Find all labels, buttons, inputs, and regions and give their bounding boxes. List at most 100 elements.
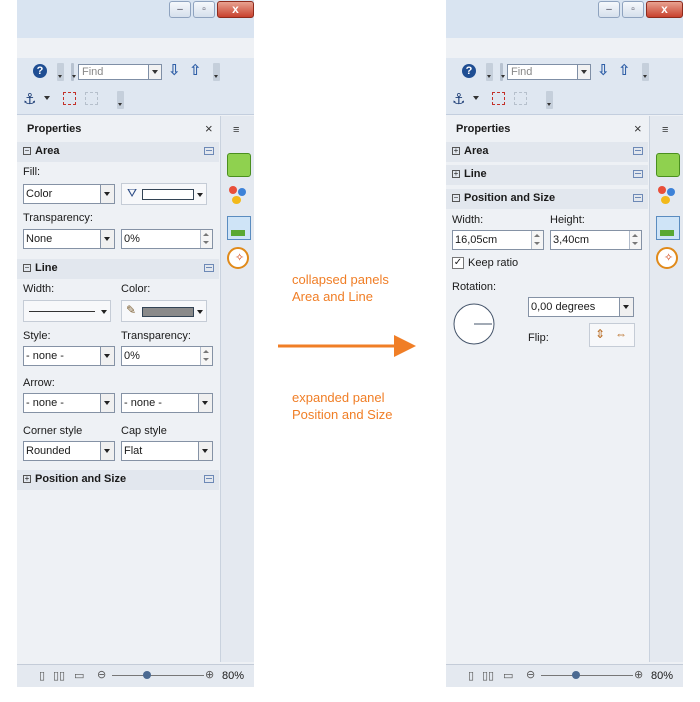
find-next-icon[interactable]: ⇩ (168, 61, 181, 79)
chevron-down-icon[interactable] (100, 347, 114, 365)
spin-buttons-icon[interactable] (200, 347, 212, 365)
fill-select[interactable]: Color (23, 184, 115, 204)
line-width-picker[interactable] (23, 300, 111, 322)
single-page-view-icon[interactable]: ▯ (468, 669, 474, 682)
properties-deck-icon[interactable] (656, 153, 680, 177)
multi-page-view-icon[interactable]: ▯▯ (482, 669, 494, 682)
section-menu-icon[interactable] (633, 147, 643, 155)
area-transparency-select[interactable]: None (23, 229, 115, 249)
section-menu-icon[interactable] (633, 194, 643, 202)
select-icon[interactable] (492, 92, 505, 105)
toolbar-overflow-icon[interactable] (546, 91, 553, 109)
chevron-down-icon[interactable] (198, 442, 212, 460)
navigator-deck-icon[interactable]: ✧ (227, 247, 249, 269)
close-window-button[interactable]: x (646, 1, 683, 18)
arrow-start-select[interactable]: - none - (23, 393, 115, 413)
find-previous-icon[interactable]: ⇧ (618, 61, 631, 79)
area-section-header[interactable]: − Area (17, 142, 219, 162)
help-icon[interactable]: ? (33, 64, 47, 78)
sidebar-close-icon[interactable]: × (634, 121, 642, 136)
rotation-dial[interactable] (452, 302, 496, 346)
section-menu-icon[interactable] (633, 170, 643, 178)
toolbar-overflow-icon[interactable] (117, 91, 124, 109)
select-icon[interactable] (63, 92, 76, 105)
chevron-down-icon[interactable] (619, 298, 633, 316)
line-section-header[interactable]: − Line (17, 259, 219, 279)
chevron-down-icon[interactable] (100, 230, 114, 248)
section-menu-icon[interactable] (204, 147, 214, 155)
anchor-dropdown-icon[interactable] (473, 96, 479, 100)
find-dropdown-button[interactable] (577, 64, 591, 80)
zoom-slider[interactable] (112, 675, 204, 676)
fill-color-picker[interactable]: ⛛ (121, 183, 207, 205)
chevron-down-icon[interactable] (100, 185, 114, 203)
expand-icon[interactable]: + (452, 147, 460, 155)
corner-style-select[interactable]: Rounded (23, 441, 115, 461)
sidebar-close-icon[interactable]: × (205, 121, 213, 136)
close-window-button[interactable]: x (217, 1, 254, 18)
zoom-level[interactable]: 80% (222, 670, 244, 682)
chevron-down-icon[interactable] (100, 394, 114, 412)
zoom-out-icon[interactable]: ⊖ (97, 668, 106, 681)
navigator-deck-icon[interactable]: ✧ (656, 247, 678, 269)
find-dropdown-button[interactable] (148, 64, 162, 80)
help-icon[interactable]: ? (462, 64, 476, 78)
zoom-in-icon[interactable]: ⊕ (634, 668, 643, 681)
position-section-header[interactable]: + Position and Size (17, 470, 219, 490)
area-section-header[interactable]: + Area (446, 142, 648, 162)
section-menu-icon[interactable] (204, 475, 214, 483)
spin-buttons-icon[interactable] (531, 231, 543, 249)
gallery-deck-icon[interactable] (227, 216, 251, 240)
height-spinner[interactable]: 3,40cm (550, 230, 642, 250)
width-spinner[interactable]: 16,05cm (452, 230, 544, 250)
properties-deck-icon[interactable] (227, 153, 251, 177)
toolbar-overflow-icon[interactable] (213, 63, 220, 81)
flip-horizontal-icon[interactable]: ⇔ (615, 327, 627, 341)
styles-deck-icon[interactable] (656, 184, 678, 206)
deck-menu-icon[interactable]: ≡ (662, 124, 668, 136)
collapse-icon[interactable]: − (23, 264, 31, 272)
line-transparency-spinner[interactable]: 0% (121, 346, 213, 366)
rotation-select[interactable]: 0,00 degrees (528, 297, 634, 317)
book-view-icon[interactable]: ▭ (503, 669, 513, 682)
position-section-header[interactable]: − Position and Size (446, 189, 648, 209)
zoom-out-icon[interactable]: ⊖ (526, 668, 535, 681)
chevron-down-icon[interactable] (101, 310, 107, 314)
zoom-level[interactable]: 80% (651, 670, 673, 682)
anchor-dropdown-icon[interactable] (44, 96, 50, 100)
minimize-button[interactable]: – (598, 1, 620, 18)
collapse-icon[interactable]: − (23, 147, 31, 155)
area-transparency-spinner[interactable]: 0% (121, 229, 213, 249)
book-view-icon[interactable]: ▭ (74, 669, 84, 682)
anchor-icon[interactable]: ⚓ (452, 90, 465, 108)
styles-deck-icon[interactable] (227, 184, 249, 206)
deck-menu-icon[interactable]: ≡ (233, 124, 239, 136)
zoom-slider-thumb[interactable] (143, 671, 151, 679)
collapse-icon[interactable]: − (452, 194, 460, 202)
single-page-view-icon[interactable]: ▯ (39, 669, 45, 682)
spin-buttons-icon[interactable] (200, 230, 212, 248)
chevron-down-icon[interactable] (198, 394, 212, 412)
toolbar-overflow-icon[interactable] (642, 63, 649, 81)
multi-page-view-icon[interactable]: ▯▯ (53, 669, 65, 682)
expand-icon[interactable]: + (452, 170, 460, 178)
expand-icon[interactable]: + (23, 475, 31, 483)
zoom-slider[interactable] (541, 675, 633, 676)
cap-style-select[interactable]: Flat (121, 441, 213, 461)
line-section-header[interactable]: + Line (446, 165, 648, 185)
zoom-in-icon[interactable]: ⊕ (205, 668, 214, 681)
section-menu-icon[interactable] (204, 264, 214, 272)
gallery-deck-icon[interactable] (656, 216, 680, 240)
find-next-icon[interactable]: ⇩ (597, 61, 610, 79)
maximize-button[interactable]: ▫ (622, 1, 644, 18)
chevron-down-icon[interactable] (197, 193, 203, 197)
chevron-down-icon[interactable] (197, 310, 203, 314)
flip-vertical-icon[interactable]: ⇕ (595, 327, 605, 341)
zoom-slider-thumb[interactable] (572, 671, 580, 679)
toolbar-overflow-icon[interactable] (57, 63, 64, 81)
spin-buttons-icon[interactable] (629, 231, 641, 249)
keep-ratio-checkbox[interactable]: ✓ (452, 257, 464, 269)
line-color-picker[interactable]: ✎ (121, 300, 207, 322)
arrow-end-select[interactable]: - none - (121, 393, 213, 413)
toolbar-overflow-icon[interactable] (486, 63, 493, 81)
